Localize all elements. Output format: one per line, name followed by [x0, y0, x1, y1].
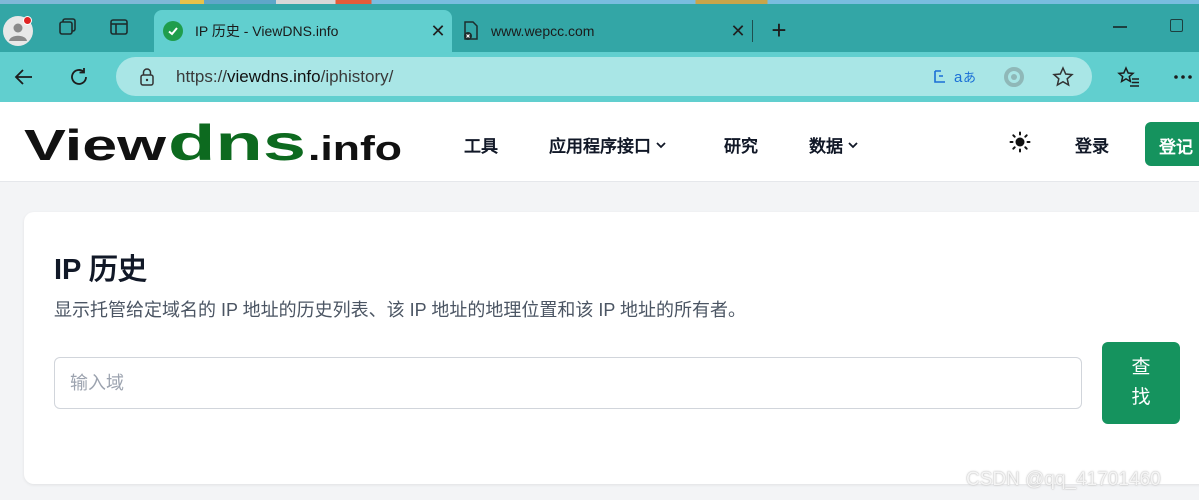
- nav-research[interactable]: 研究: [724, 132, 758, 157]
- new-tab-button[interactable]: +: [765, 17, 793, 45]
- login-link[interactable]: 登录: [1075, 132, 1109, 157]
- svg-text:あ: あ: [963, 71, 976, 86]
- settings-menu-button[interactable]: [1168, 62, 1198, 92]
- nav-label: 工具: [464, 137, 498, 156]
- profile-avatar[interactable]: [3, 16, 33, 46]
- sun-icon: [1009, 131, 1031, 153]
- nav-label: 应用程序接口: [549, 137, 651, 156]
- collections-button[interactable]: [54, 14, 80, 40]
- refresh-icon: [71, 68, 87, 85]
- shield-check-icon: [163, 21, 183, 41]
- svg-text:a: a: [954, 69, 963, 86]
- immersive-reader-icon[interactable]: [928, 65, 952, 89]
- tab-actions-button[interactable]: [106, 14, 132, 40]
- close-tab-icon[interactable]: ✕: [724, 21, 752, 42]
- minimize-window-icon[interactable]: [1113, 26, 1127, 28]
- address-bar[interactable]: https://viewdns.info/iphistory/ aあ: [116, 57, 1092, 96]
- maximize-window-icon[interactable]: [1170, 19, 1183, 32]
- favorites-list-icon: [1117, 66, 1139, 87]
- nav-data[interactable]: 数据: [809, 132, 859, 157]
- stacked-pages-icon: [59, 18, 76, 35]
- document-error-icon: [461, 21, 481, 41]
- url-scheme: https://: [176, 67, 228, 86]
- browser-toolbar: https://viewdns.info/iphistory/ aあ: [0, 52, 1199, 102]
- favorites-button[interactable]: [1114, 62, 1144, 92]
- logo-text-dns: dns: [168, 118, 306, 170]
- browser-tab-strip: IP 历史 - ViewDNS.info ✕ www.wepcc.com ✕ +: [0, 0, 1199, 52]
- url-path: /iphistory/: [320, 67, 394, 86]
- translate-icon[interactable]: aあ: [952, 65, 980, 89]
- more-dots-icon: [1174, 75, 1192, 79]
- notification-dot: [23, 16, 32, 25]
- close-tab-icon[interactable]: ✕: [424, 21, 452, 42]
- url-text: https://viewdns.info/iphistory/: [176, 67, 393, 87]
- logo-text-info: .info: [308, 130, 402, 168]
- viewdns-logo[interactable]: View dns .info: [24, 118, 404, 170]
- nav-tools[interactable]: 工具: [464, 132, 498, 157]
- reload-button[interactable]: [64, 62, 94, 92]
- theme-toggle-button[interactable]: [1008, 130, 1032, 154]
- nav-label: 数据: [809, 137, 843, 156]
- site-header: View dns .info 工具 应用程序接口 研究 数据 登录 登记: [0, 102, 1199, 182]
- url-host: viewdns.info: [227, 67, 321, 86]
- ip-history-card: IP 历史 显示托管给定域名的 IP 地址的历史列表、该 IP 地址的地理位置和…: [24, 212, 1199, 484]
- page-description: 显示托管给定域名的 IP 地址的历史列表、该 IP 地址的地理位置和该 IP 地…: [54, 300, 747, 320]
- domain-input[interactable]: [54, 357, 1082, 409]
- arrow-left-icon: [14, 69, 32, 85]
- tab-ip-history[interactable]: IP 历史 - ViewDNS.info ✕: [154, 10, 452, 52]
- signup-button[interactable]: 登记: [1145, 122, 1199, 166]
- find-button-label: 查找: [1131, 357, 1151, 408]
- chevron-down-icon: [848, 141, 858, 148]
- tab-title: IP 历史 - ViewDNS.info: [195, 23, 339, 39]
- desktop-sliver: [0, 0, 1199, 4]
- nav-api[interactable]: 应用程序接口: [549, 132, 667, 157]
- vertical-tabs-icon: [110, 19, 128, 35]
- csdn-watermark: CSDN @qq_41701460: [966, 469, 1161, 490]
- logo-text-view: View: [24, 121, 167, 170]
- chevron-down-icon: [656, 141, 666, 148]
- lock-icon[interactable]: [138, 67, 156, 92]
- back-button[interactable]: [9, 62, 39, 92]
- find-button[interactable]: 查找: [1102, 342, 1180, 424]
- tab-separator: [752, 20, 753, 42]
- page-title: IP 历史: [54, 254, 147, 286]
- favorite-star-icon[interactable]: [1051, 65, 1075, 89]
- extension-icon[interactable]: [1002, 65, 1026, 89]
- tab-wepcc[interactable]: www.wepcc.com ✕: [452, 10, 752, 52]
- nav-label: 研究: [724, 137, 758, 156]
- tab-title: www.wepcc.com: [491, 23, 595, 39]
